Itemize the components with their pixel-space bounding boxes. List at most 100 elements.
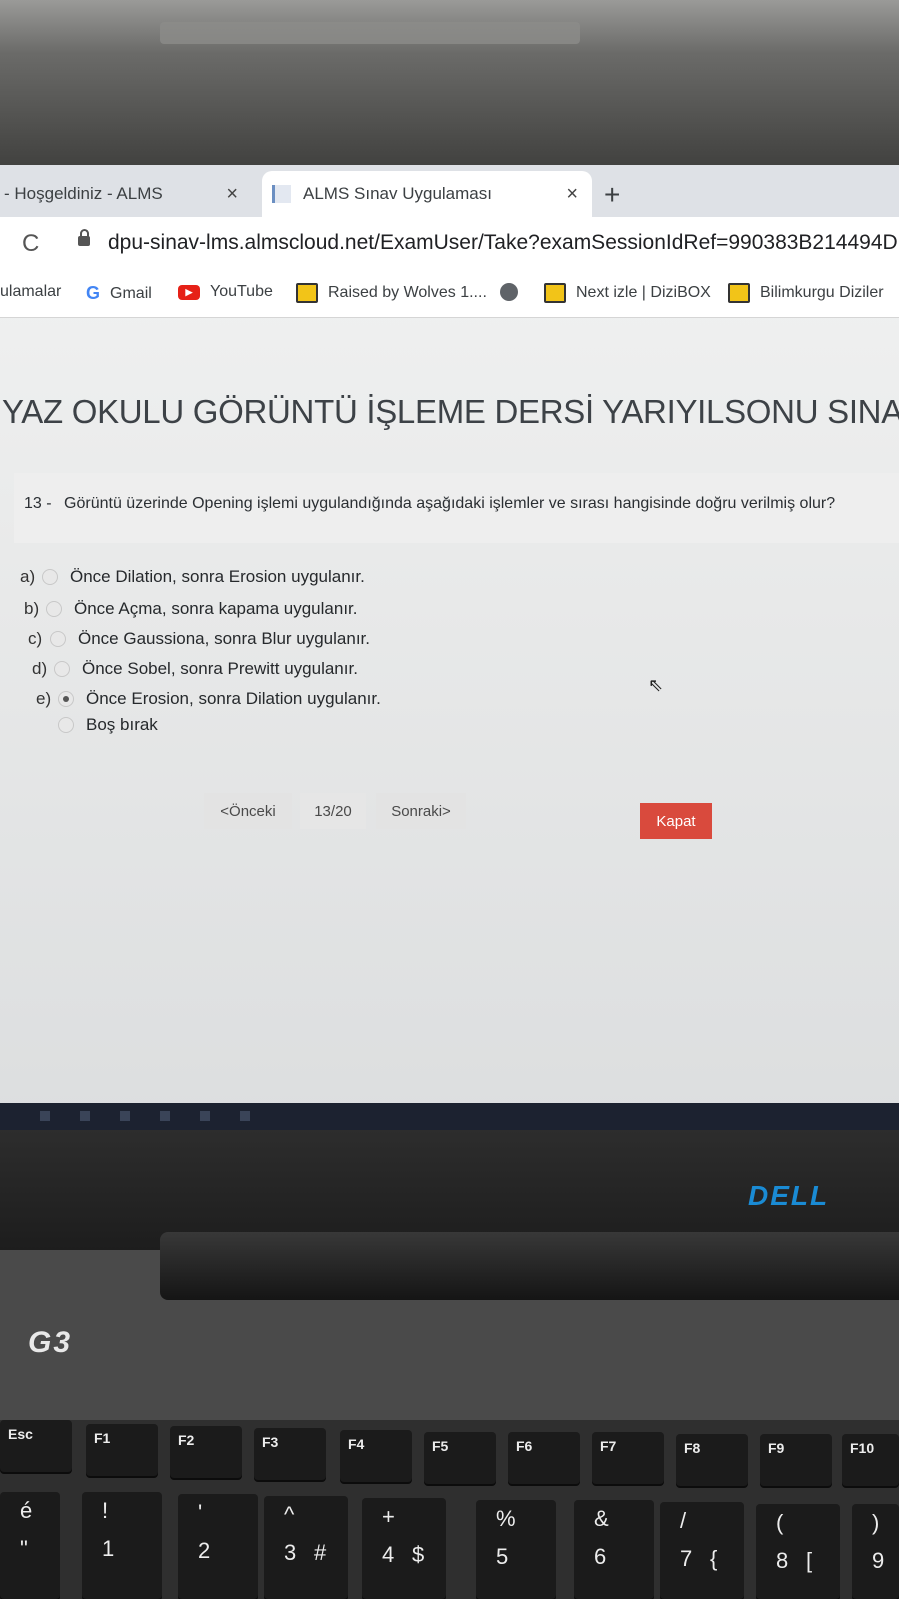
tv-icon: [728, 283, 750, 303]
lock-icon: [78, 229, 90, 246]
key-e-acute[interactable]: é ": [0, 1492, 60, 1599]
radio-button[interactable]: [58, 717, 74, 733]
taskbar-app-icon[interactable]: [80, 1111, 90, 1121]
new-tab-button[interactable]: +: [604, 179, 620, 211]
bookmark-bilimkurgu[interactable]: Bilimkurgu Diziler: [728, 283, 884, 303]
close-icon[interactable]: ×: [566, 183, 578, 206]
taskbar-app-icon[interactable]: [120, 1111, 130, 1121]
tv-icon: [296, 283, 318, 303]
next-button[interactable]: Sonraki>: [376, 793, 466, 829]
option-text: Önce Açma, sonra kapama uygulanır.: [74, 599, 358, 618]
bookmark-label: Raised by Wolves 1....: [328, 284, 487, 301]
url-field[interactable]: dpu-sinav-lms.almscloud.net/ExamUser/Tak…: [108, 231, 899, 255]
globe-icon: [500, 283, 518, 301]
radio-button-selected[interactable]: [58, 691, 74, 707]
option-e[interactable]: e) Önce Erosion, sonra Dilation uygulanı…: [36, 689, 381, 709]
taskbar-app-icon[interactable]: [200, 1111, 210, 1121]
option-text: Önce Dilation, sonra Erosion uygulanır.: [70, 567, 365, 586]
key-6[interactable]: & 6: [574, 1500, 654, 1599]
option-letter: e): [36, 689, 52, 708]
radio-button[interactable]: [50, 631, 66, 647]
laptop-bezel-top: [0, 0, 899, 175]
bookmark-label: Gmail: [110, 284, 152, 302]
key-f8[interactable]: F8: [676, 1434, 748, 1486]
key-f5[interactable]: F5: [424, 1432, 496, 1484]
key-8[interactable]: ( 8 [: [756, 1504, 840, 1599]
taskbar-app-icon[interactable]: [160, 1111, 170, 1121]
question: 13 - Görüntü üzerinde Opening işlemi uyg…: [24, 495, 835, 513]
key-f7[interactable]: F7: [592, 1432, 664, 1484]
taskbar-app-icon[interactable]: [240, 1111, 250, 1121]
option-text: Boş bırak: [86, 715, 158, 734]
question-number: 13 -: [24, 495, 52, 512]
option-text: Önce Gaussiona, sonra Blur uygulanır.: [78, 629, 370, 648]
option-letter: b): [24, 599, 40, 618]
page-indicator: 13/20: [300, 793, 366, 829]
key-f10[interactable]: F10: [842, 1434, 899, 1486]
keyboard: Esc F1 F2 F3 F4 F5 F6 F7 F8 F9 F10 é " !…: [0, 1420, 899, 1599]
bookmark-label: Bilimkurgu Diziler: [760, 284, 884, 301]
key-4[interactable]: + 4 $: [362, 1498, 446, 1599]
option-text: Önce Sobel, sonra Prewitt uygulanır.: [82, 659, 358, 678]
screen: - Hoşgeldiniz - ALMS × ALMS Sınav Uygula…: [0, 165, 899, 1130]
bookmark-apps[interactable]: ulamalar: [0, 283, 61, 301]
tab-alms-sinav[interactable]: ALMS Sınav Uygulaması ×: [262, 171, 592, 217]
address-bar: C dpu-sinav-lms.almscloud.net/ExamUser/T…: [0, 217, 899, 271]
bezel-slot: [160, 22, 580, 44]
key-2[interactable]: ' 2: [178, 1494, 258, 1599]
dell-logo: DELL: [748, 1180, 830, 1211]
option-b[interactable]: b) Önce Açma, sonra kapama uygulanır.: [24, 599, 358, 619]
option-a[interactable]: a) Önce Dilation, sonra Erosion uygulanı…: [20, 567, 365, 587]
option-letter: d): [32, 659, 48, 678]
tab-label: ALMS Sınav Uygulaması: [303, 184, 492, 203]
taskbar: [0, 1103, 899, 1130]
radio-button[interactable]: [54, 661, 70, 677]
radio-button[interactable]: [42, 569, 58, 585]
key-3[interactable]: ^ 3 #: [264, 1496, 348, 1599]
key-f3[interactable]: F3: [254, 1428, 326, 1480]
close-icon[interactable]: ×: [226, 183, 238, 206]
bookmark-youtube[interactable]: ▶ YouTube: [178, 283, 273, 301]
start-icon[interactable]: [40, 1111, 50, 1121]
previous-button[interactable]: <Önceki: [204, 793, 292, 829]
option-d[interactable]: d) Önce Sobel, sonra Prewitt uygulanır.: [32, 659, 358, 679]
bookmarks-bar: ulamalar G Gmail ▶ YouTube Raised by Wol…: [0, 271, 899, 318]
google-icon: G: [86, 283, 101, 303]
alms-favicon-icon: [272, 185, 291, 203]
option-letter: c): [28, 629, 43, 648]
option-text: Önce Erosion, sonra Dilation uygulanır.: [86, 689, 381, 708]
tab-strip: - Hoşgeldiniz - ALMS × ALMS Sınav Uygula…: [0, 165, 899, 217]
key-9[interactable]: ) 9: [852, 1504, 899, 1599]
radio-button[interactable]: [46, 601, 62, 617]
close-exam-button[interactable]: Kapat: [640, 803, 712, 839]
tab-hosgeldiniz[interactable]: - Hoşgeldiniz - ALMS ×: [0, 171, 252, 217]
key-5[interactable]: % 5: [476, 1500, 556, 1599]
key-f6[interactable]: F6: [508, 1432, 580, 1484]
bookmark-raised-by-wolves[interactable]: Raised by Wolves 1....: [296, 283, 487, 303]
exam-title: YAZ OKULU GÖRÜNTÜ İŞLEME DERSİ YARIYILSO…: [2, 393, 899, 430]
key-esc[interactable]: Esc: [0, 1420, 72, 1472]
key-1[interactable]: ! 1: [82, 1492, 162, 1599]
question-text: Görüntü üzerinde Opening işlemi uyguland…: [64, 495, 836, 512]
tab-label: - Hoşgeldiniz - ALMS: [4, 184, 163, 203]
key-f9[interactable]: F9: [760, 1434, 832, 1486]
bookmark-globe[interactable]: [500, 283, 528, 301]
bookmark-label: Next izle | DiziBOX: [576, 284, 711, 301]
g3-logo: G3: [28, 1326, 73, 1359]
bookmark-dizibox[interactable]: Next izle | DiziBOX: [544, 283, 711, 303]
key-7[interactable]: / 7 {: [660, 1502, 744, 1599]
tv-icon: [544, 283, 566, 303]
key-f4[interactable]: F4: [340, 1430, 412, 1482]
key-f1[interactable]: F1: [86, 1424, 158, 1476]
youtube-icon: ▶: [178, 284, 200, 300]
option-letter: a): [20, 567, 36, 586]
bookmark-label: YouTube: [210, 283, 273, 300]
option-bos-birak[interactable]: Boş bırak: [58, 715, 158, 735]
reload-icon[interactable]: C: [22, 230, 39, 258]
option-c[interactable]: c) Önce Gaussiona, sonra Blur uygulanır.: [28, 629, 370, 649]
key-f2[interactable]: F2: [170, 1426, 242, 1478]
laptop-hinge: [160, 1232, 899, 1300]
bookmark-gmail[interactable]: G Gmail: [86, 283, 152, 304]
mouse-cursor-icon: ⇖: [648, 675, 664, 695]
bookmark-label: ulamalar: [0, 283, 62, 300]
